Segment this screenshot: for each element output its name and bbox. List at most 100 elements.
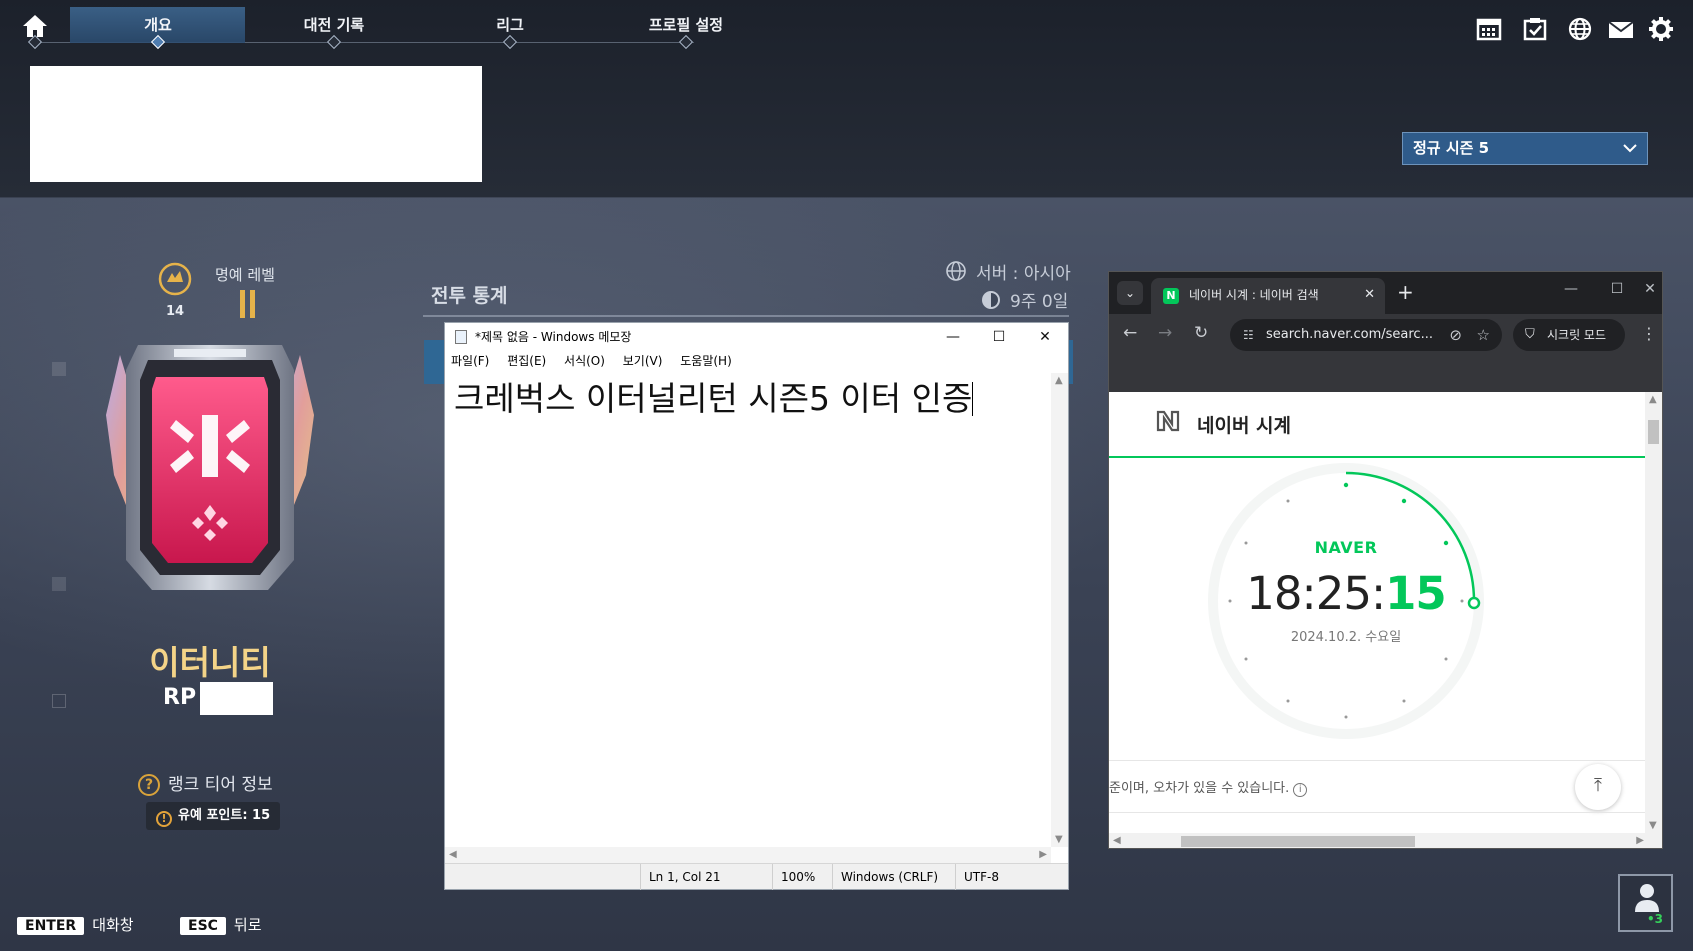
season-dropdown[interactable]: 정규 시즌 5 xyxy=(1402,132,1648,165)
notepad-content: 크레벅스 이터널리턴 시즌5 이터 인증 xyxy=(454,379,973,418)
side-marker xyxy=(52,577,66,591)
rp-label: RP xyxy=(163,685,197,710)
globe-icon[interactable] xyxy=(1567,16,1593,42)
menu-edit[interactable]: 편집(E) xyxy=(507,354,546,368)
eternity-tier-emblem-icon xyxy=(106,345,314,590)
honor-icon xyxy=(158,262,192,296)
vertical-scrollbar[interactable]: ▲ ▼ xyxy=(1645,392,1662,833)
minimize-button[interactable]: — xyxy=(1549,281,1593,297)
horizontal-scrollbar[interactable]: ◀ ▶ xyxy=(1109,833,1662,848)
naver-clock-header: 네이버 시계 xyxy=(1109,392,1646,458)
notepad-menubar: 파일(F) 편집(E) 서식(O) 보기(V) 도움말(H) xyxy=(445,351,1068,371)
redacted-box xyxy=(30,66,482,182)
enter-chat-hint[interactable]: ENTER 대화창 xyxy=(17,914,134,935)
status-zoom: 100% xyxy=(772,864,832,890)
rank-tier-info-link[interactable]: ? 랭크 티어 정보 xyxy=(138,770,273,796)
maximize-button[interactable]: ☐ xyxy=(976,323,1022,351)
clock-date: 2024.10.2. 수요일 xyxy=(1290,630,1402,645)
stats-divider xyxy=(423,315,1069,317)
notepad-title: *제목 없음 - Windows 메모장 xyxy=(475,330,632,344)
tab-match-history[interactable]: 대전 기록 xyxy=(294,14,374,40)
tab-league[interactable]: 리그 xyxy=(470,14,550,40)
forward-arrow-icon[interactable]: → xyxy=(1158,323,1172,343)
redacted-rp-value xyxy=(200,682,273,715)
notepad-text-area[interactable]: 크레벅스 이터널리턴 시즌5 이터 인증 xyxy=(445,373,1051,847)
scroll-right-icon[interactable]: ▶ xyxy=(1039,849,1047,860)
honor-rank-bars-icon xyxy=(240,290,255,318)
friends-button[interactable]: •3 xyxy=(1618,874,1673,932)
accuracy-note: 준이며, 오차가 있을 수 있습니다. i xyxy=(1109,777,1308,797)
menu-format[interactable]: 서식(O) xyxy=(564,354,605,368)
mission-icon[interactable] xyxy=(1522,16,1548,42)
incognito-indicator[interactable]: ⛉ 시크릿 모드 xyxy=(1513,319,1625,351)
gear-icon[interactable] xyxy=(1648,16,1674,42)
browser-toolbar: ← → ↻ ☷ search.naver.com/searc... ⊘ ☆ ⛉ … xyxy=(1109,314,1662,356)
menu-help[interactable]: 도움말(H) xyxy=(680,354,732,368)
browser-window[interactable]: ⌄ N 네이버 시계 : 네이버 검색 ✕ + — ☐ ✕ ← → ↻ ☷ se… xyxy=(1108,271,1663,849)
scroll-left-icon[interactable]: ◀ xyxy=(449,849,457,860)
reload-icon[interactable]: ↻ xyxy=(1194,323,1208,343)
site-settings-icon[interactable]: ☷ xyxy=(1243,319,1254,351)
scroll-thumb[interactable] xyxy=(1181,836,1415,847)
side-marker xyxy=(52,362,66,376)
battle-stats-title: 전투 통계 xyxy=(431,285,508,307)
friends-icon xyxy=(1635,884,1659,912)
horizontal-scrollbar[interactable]: ◀ ▶ xyxy=(445,847,1051,864)
clock-icon xyxy=(982,291,1000,309)
incognito-label: 시크릿 모드 xyxy=(1547,328,1607,342)
back-arrow-icon[interactable]: ← xyxy=(1123,323,1137,343)
close-button[interactable]: ✕ xyxy=(1635,281,1662,297)
server-globe-icon xyxy=(946,261,966,281)
new-tab-plus-icon[interactable]: + xyxy=(1397,280,1414,304)
time-hours-minutes: 18:25: xyxy=(1246,567,1386,620)
digital-time: 18:25:15 xyxy=(1206,567,1486,620)
browser-tab[interactable]: N 네이버 시계 : 네이버 검색 ✕ xyxy=(1151,278,1385,314)
scroll-down-icon[interactable]: ▼ xyxy=(1055,834,1063,845)
mail-icon[interactable] xyxy=(1607,16,1635,42)
maximize-button[interactable]: ☐ xyxy=(1595,281,1639,297)
tab-overview[interactable]: 개요 xyxy=(118,14,198,40)
grace-points-badge: ! 유예 포인트: 15 xyxy=(146,802,281,830)
esc-back-hint[interactable]: ESC 뒤로 xyxy=(180,914,262,935)
time-seconds: 15 xyxy=(1385,567,1447,620)
scroll-to-top-button[interactable]: ⤒ xyxy=(1575,764,1621,810)
grace-points-label: 유예 포인트: 15 xyxy=(178,808,271,823)
scroll-up-icon[interactable]: ▲ xyxy=(1055,375,1063,386)
accuracy-note-text: 준이며, 오차가 있을 수 있습니다. xyxy=(1109,781,1290,796)
scroll-down-icon[interactable]: ▼ xyxy=(1649,820,1657,831)
side-marker xyxy=(52,694,66,708)
notepad-icon xyxy=(455,330,467,344)
more-menu-icon[interactable]: ⋮ xyxy=(1641,324,1657,343)
scroll-right-icon[interactable]: ▶ xyxy=(1636,835,1644,846)
notepad-titlebar[interactable]: *제목 없음 - Windows 메모장 — ☐ ✕ xyxy=(445,323,1068,351)
vertical-scrollbar[interactable]: ▲ ▼ xyxy=(1051,373,1068,847)
server-label: 서버 : 아시아 xyxy=(976,264,1071,284)
tab-search-chevron-icon[interactable]: ⌄ xyxy=(1117,281,1143,305)
tab-profile-settings[interactable]: 프로필 설정 xyxy=(636,14,736,40)
esc-key: ESC xyxy=(180,917,226,935)
naver-n-logo-icon xyxy=(1156,410,1180,432)
notepad-window[interactable]: *제목 없음 - Windows 메모장 — ☐ ✕ 파일(F) 편집(E) 서… xyxy=(444,322,1069,890)
address-bar[interactable]: ☷ search.naver.com/searc... ⊘ ☆ xyxy=(1230,319,1502,351)
enter-label: 대화창 xyxy=(92,916,134,934)
menu-file[interactable]: 파일(F) xyxy=(451,354,489,368)
scroll-thumb[interactable] xyxy=(1648,420,1659,444)
tracking-off-icon[interactable]: ⊘ xyxy=(1449,319,1462,351)
friends-count-value: 3 xyxy=(1654,912,1663,926)
address-url: search.naver.com/searc... xyxy=(1266,327,1433,342)
minimize-button[interactable]: — xyxy=(930,323,976,351)
help-icon: ? xyxy=(138,774,160,796)
menu-view[interactable]: 보기(V) xyxy=(623,354,663,368)
scroll-up-icon[interactable]: ▲ xyxy=(1649,394,1657,405)
calendar-icon[interactable] xyxy=(1476,16,1502,42)
scroll-left-icon[interactable]: ◀ xyxy=(1113,835,1121,846)
naver-favicon-icon: N xyxy=(1163,288,1179,304)
naver-brand: NAVER xyxy=(1314,538,1378,557)
status-position: Ln 1, Col 21 xyxy=(640,864,772,890)
close-button[interactable]: ✕ xyxy=(1022,323,1068,351)
bookmark-star-icon[interactable]: ☆ xyxy=(1477,319,1490,351)
tab-close-icon[interactable]: ✕ xyxy=(1364,278,1375,312)
honor-level-value: 14 xyxy=(166,304,185,319)
content-divider xyxy=(1109,760,1646,761)
info-icon[interactable]: i xyxy=(1293,783,1308,797)
